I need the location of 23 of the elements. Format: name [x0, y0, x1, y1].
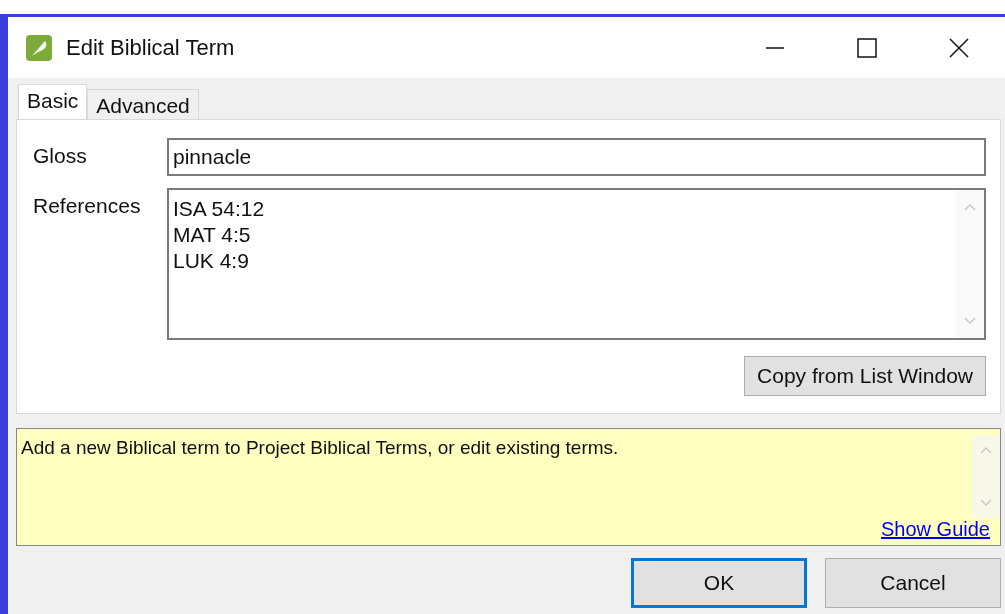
tab[interactable]: Advanced: [87, 89, 199, 119]
cancel-button[interactable]: Cancel: [825, 558, 1001, 608]
help-text: Add a new Biblical term to Project Biblical Terms, or edit existing terms.: [20, 436, 620, 460]
scroll-down-icon[interactable]: [979, 498, 993, 508]
reference-line: ISA 54:12: [173, 196, 266, 222]
show-guide-link[interactable]: Show Guide: [881, 518, 990, 541]
scroll-up-icon[interactable]: [979, 445, 993, 455]
references-field[interactable]: ISA 54:12 MAT 4:5 LUK 4:9: [167, 188, 986, 340]
minimize-icon: [765, 46, 785, 49]
scroll-up-icon[interactable]: [963, 202, 977, 212]
reference-line: MAT 4:5: [173, 222, 252, 248]
window-title: Edit Biblical Term: [66, 34, 235, 61]
reference-line: LUK 4:9: [173, 248, 250, 274]
references-label: References: [33, 193, 142, 218]
gloss-label: Gloss: [33, 143, 88, 168]
scroll-down-icon[interactable]: [963, 316, 977, 326]
tab[interactable]: Basic: [18, 84, 88, 119]
copy-from-list-button[interactable]: Copy from List Window: [744, 356, 986, 396]
maximize-icon: [857, 37, 877, 58]
ok-button[interactable]: OK: [631, 558, 807, 608]
close-icon: [949, 37, 969, 58]
feather-icon: [26, 34, 52, 61]
gloss-field[interactable]: pinnacle: [167, 138, 986, 176]
